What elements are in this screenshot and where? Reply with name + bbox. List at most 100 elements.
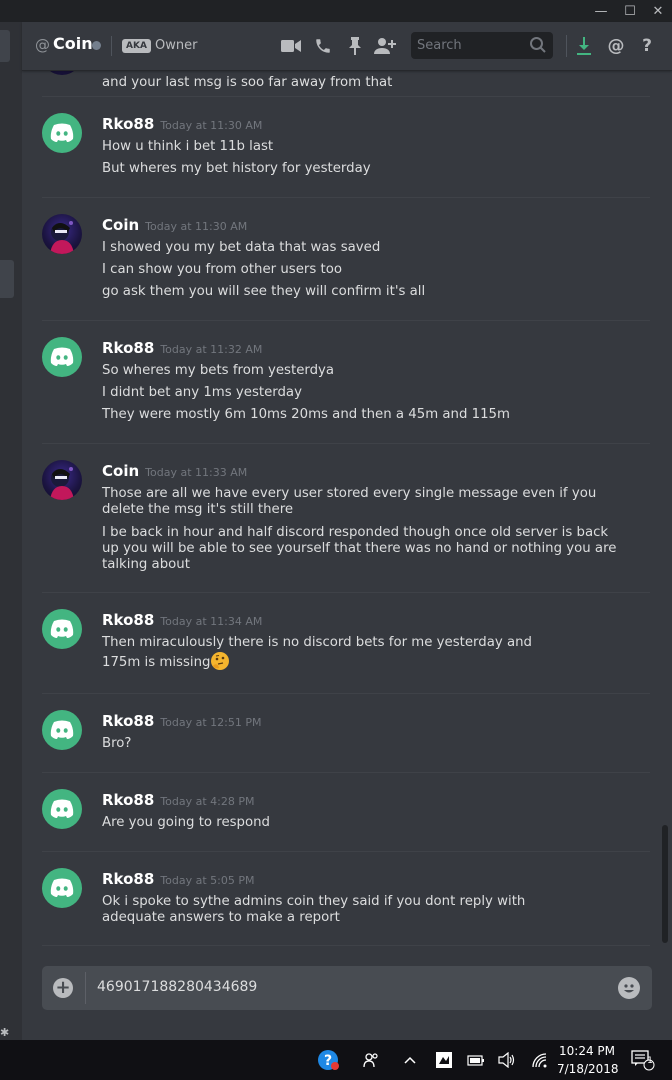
- window-titlebar: — ☐ ✕: [0, 0, 672, 22]
- message-timestamp: Today at 5:05 PM: [160, 874, 255, 887]
- message-group: Rko88 Today at 12:51 PM Bro?: [22, 694, 650, 773]
- message-line: I be back in hour and half discord respo…: [102, 525, 617, 572]
- minimize-icon: —: [594, 3, 608, 19]
- add-attachment-icon[interactable]: +: [53, 978, 73, 998]
- sidebar-scroll-thumb[interactable]: [0, 260, 14, 298]
- avatar[interactable]: [42, 789, 82, 829]
- wifi-icon[interactable]: [529, 1050, 551, 1070]
- message-line: go ask them you will see they will confi…: [102, 284, 426, 299]
- message-line: I can show you from other users too: [102, 262, 342, 277]
- help-tray-icon[interactable]: ?: [316, 1050, 340, 1070]
- message-line: Ok i spoke to sythe admins coin they sai…: [102, 894, 526, 925]
- aka-badge: AKA: [122, 39, 151, 53]
- message-group: Rko88 Today at 11:30 AM How u think i bet…: [22, 97, 650, 198]
- search-box[interactable]: Search: [411, 32, 553, 59]
- message-line: Then miraculously there is no discord be…: [102, 635, 572, 671]
- channel-name: Coin: [53, 34, 93, 53]
- download-icon[interactable]: [573, 35, 595, 57]
- message-author[interactable]: Coin Today at 11:30 AM: [102, 216, 247, 234]
- maximize-icon: ☐: [624, 3, 636, 19]
- message-line: Are you going to respond: [102, 815, 271, 830]
- svg-text:?: ?: [324, 1053, 332, 1069]
- avatar[interactable]: [42, 868, 82, 908]
- minimize-button[interactable]: —: [586, 0, 616, 22]
- pin-icon[interactable]: [344, 35, 366, 57]
- discord-logo-icon: [50, 799, 74, 818]
- mention-icon[interactable]: @: [605, 35, 627, 57]
- message-line: They were mostly 6m 10ms 20ms and then a…: [102, 407, 510, 422]
- message-line: How u think i bet 11b last: [102, 139, 274, 154]
- avatar[interactable]: [42, 337, 82, 377]
- message-author[interactable]: Rko88 Today at 11:30 AM: [102, 115, 262, 133]
- message-group: Rko88 Today at 5:05 PM Ok i spoke to syth…: [22, 852, 650, 946]
- close-button[interactable]: ✕: [643, 0, 672, 22]
- author-name[interactable]: Rko88: [102, 870, 154, 888]
- author-name[interactable]: Rko88: [102, 791, 154, 809]
- dm-at-icon: @: [35, 36, 50, 54]
- author-name[interactable]: Coin: [102, 216, 139, 234]
- author-name[interactable]: Rko88: [102, 611, 154, 629]
- help-icon[interactable]: ?: [636, 35, 658, 57]
- chevron-up-icon[interactable]: [400, 1050, 420, 1070]
- avatar[interactable]: [42, 460, 82, 500]
- app-tray-icon[interactable]: [433, 1050, 455, 1070]
- message-line: I didnt bet any 1ms yesterday: [102, 385, 302, 400]
- message-composer[interactable]: + 469017188280434689: [42, 966, 652, 1010]
- discord-logo-icon: [50, 123, 74, 142]
- avatar[interactable]: [42, 214, 82, 254]
- settings-gear-icon[interactable]: ✱: [0, 1026, 9, 1039]
- author-name[interactable]: Coin: [102, 462, 139, 480]
- video-call-icon[interactable]: [280, 35, 302, 57]
- message-timestamp: Today at 12:51 PM: [160, 716, 262, 729]
- avatar[interactable]: [42, 71, 82, 75]
- message-group: Rko88 Today at 11:32 AM So wheres my bets…: [22, 321, 650, 444]
- search-placeholder: Search: [417, 38, 462, 53]
- message-line: But wheres my bet history for yesterday: [102, 161, 371, 176]
- volume-icon[interactable]: [496, 1050, 518, 1070]
- people-icon[interactable]: [360, 1050, 382, 1070]
- author-name[interactable]: Rko88: [102, 712, 154, 730]
- message-line: So wheres my bets from yesterdya: [102, 363, 335, 378]
- action-center-icon[interactable]: 1: [628, 1050, 656, 1071]
- battery-icon[interactable]: [465, 1050, 487, 1070]
- composer-divider: [85, 972, 86, 1004]
- avatar[interactable]: [42, 710, 82, 750]
- message-group: and your last msg is soo far away from t…: [22, 71, 650, 97]
- coin-avatar-icon: [50, 467, 74, 500]
- voice-call-icon[interactable]: [312, 35, 334, 57]
- message-timestamp: Today at 4:28 PM: [160, 795, 255, 808]
- message-author[interactable]: Rko88 Today at 11:32 AM: [102, 339, 262, 357]
- channel-header: @ Coin AKA Owner Search @ ?: [22, 22, 672, 71]
- discord-logo-icon: [50, 720, 74, 739]
- emoji-picker-icon[interactable]: [618, 977, 640, 999]
- add-friend-icon[interactable]: [374, 35, 396, 57]
- message-author[interactable]: Rko88 Today at 5:05 PM: [102, 870, 255, 888]
- message-timestamp: Today at 11:30 AM: [145, 220, 248, 233]
- message-author[interactable]: Rko88 Today at 12:51 PM: [102, 712, 262, 730]
- discord-logo-icon: [50, 878, 74, 897]
- close-icon: ✕: [652, 3, 664, 19]
- clock-date[interactable]: 7/18/2018: [557, 1062, 619, 1076]
- message-line: Bro?: [102, 736, 132, 751]
- message-line: and your last msg is soo far away from t…: [102, 75, 393, 90]
- message-author[interactable]: Rko88 Today at 4:28 PM: [102, 791, 255, 809]
- message-list: and your last msg is soo far away from t…: [22, 71, 672, 951]
- author-name[interactable]: Rko88: [102, 339, 154, 357]
- message-input[interactable]: 469017188280434689: [97, 979, 257, 995]
- message-group: Coin Today at 11:33 AM Those are all we h…: [22, 444, 650, 593]
- avatar[interactable]: [42, 609, 82, 649]
- windows-taskbar: ? 10:24 PM 7/18/2018 1: [0, 1040, 672, 1080]
- avatar[interactable]: [42, 113, 82, 153]
- message-line: I showed you my bet data that was saved: [102, 240, 381, 255]
- message-author[interactable]: Coin Today at 11:33 AM: [102, 462, 247, 480]
- author-name[interactable]: Rko88: [102, 115, 154, 133]
- message-text: Then miraculously there is no discord be…: [102, 635, 532, 670]
- discord-logo-icon: [50, 619, 74, 638]
- header-divider: [111, 36, 112, 56]
- maximize-button[interactable]: ☐: [615, 0, 645, 22]
- clock-time[interactable]: 10:24 PM: [557, 1044, 617, 1058]
- sidebar-selected-item[interactable]: [0, 30, 10, 62]
- message-scrollbar[interactable]: [662, 825, 668, 943]
- status-indicator: [92, 41, 101, 50]
- message-author[interactable]: Rko88 Today at 11:34 AM: [102, 611, 262, 629]
